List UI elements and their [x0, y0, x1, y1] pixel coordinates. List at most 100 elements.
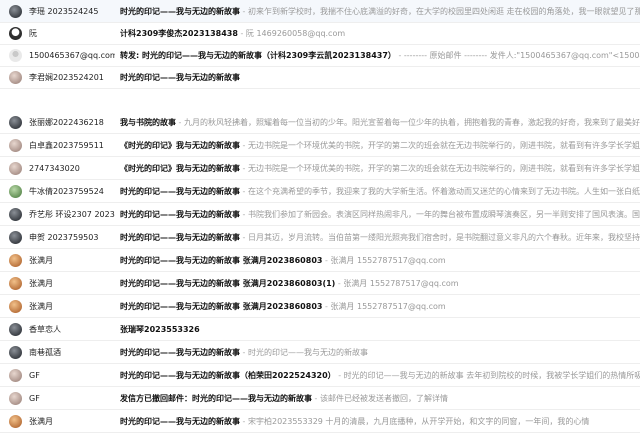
- avatar-default: [9, 49, 22, 62]
- avatar-photo-dark: [9, 346, 22, 359]
- mail-preview: 该邮件已经被发送者撤回，了解详情: [319, 393, 448, 403]
- mail-preview: 日月其迈，岁月流转。当伯苗第一缕阳光照亮我们宿舍时，是书院翻过意义非凡的六个春秋…: [247, 232, 640, 242]
- mail-subject: 时光的印记——我与无边的新故事: [120, 347, 240, 357]
- mail-row[interactable]: 白卓鑫2023759511 《时光的印记》我与无边的新故事 - 无边书院是一个环…: [0, 134, 640, 157]
- mail-subject: 张瑞琴2023553326: [120, 324, 200, 334]
- mail-row[interactable]: 张满月 时光的印记——我与无边的新故事 - 宋宇柏2023553329 十月的清…: [0, 410, 640, 433]
- separator: -: [240, 209, 248, 219]
- mail-preview: 无边书院是一个环境优美的书院，开学的第二次的班会就在无边书院举行的，刚进书院，就…: [247, 140, 640, 150]
- mail-content: 《时光的印记》我与无边的新故事 - 无边书院是一个环境优美的书院，开学的第二次的…: [120, 140, 640, 151]
- mail-row[interactable]: 香草恋人 张瑞琴2023553326: [0, 318, 640, 341]
- separator: -: [240, 232, 248, 242]
- mail-preview: 张满月 1552787517@qq.com: [343, 278, 459, 288]
- separator: -: [240, 347, 248, 357]
- separator: -: [240, 140, 248, 150]
- avatar-cartoon: [9, 27, 22, 40]
- mail-row[interactable]: 张满月 时光的印记——我与无边的新故事 张满月2023860803(1) - 张…: [0, 272, 640, 295]
- mail-content: 时光的印记——我与无边的新故事 张满月2023860803(1) - 张满月 1…: [120, 278, 640, 289]
- mail-row[interactable]: 牛冰倩2023759524 时光的印记——我与无边的新故事 - 在这个充满希望的…: [0, 180, 640, 203]
- sender-name: 白卓鑫2023759511: [29, 140, 104, 150]
- mail-row[interactable]: 南巷孤酒 时光的印记——我与无边的新故事 - 时光的印记——我与无边的新故事: [0, 341, 640, 364]
- mail-subject: 时光的印记——我与无边的新故事 张满月2023860803(1): [120, 278, 336, 288]
- mail-content: 时光的印记——我与无边的新故事: [120, 72, 640, 83]
- mail-subject: 时光的印记——我与无边的新故事: [120, 416, 240, 426]
- avatar-photo-orange: [9, 300, 22, 313]
- sender-name: 南巷孤酒: [29, 347, 61, 357]
- mail-subject: 时光的印记——我与无边的新故事 张满月2023860803: [120, 301, 323, 311]
- mail-row[interactable]: GF 发信方已撤回邮件：时光的印记——我与无边的新故事 - 该邮件已经被发送者撤…: [0, 387, 640, 410]
- mail-row[interactable]: 阮 计科2309李俊杰2023138438 - 阮 1469260058@qq.…: [0, 22, 640, 45]
- mail-preview: 宋宇柏2023553329 十月的清晨，九月底播种，从开学开始，和文字的同窗，一…: [247, 416, 590, 426]
- sender-name: 牛冰倩2023759524: [29, 186, 104, 196]
- mail-content: 时光的印记——我与无边的新故事 - 书院我们参加了新园会。表演区同样热闹非凡，一…: [120, 209, 640, 220]
- mail-row[interactable]: 李君娴2023524201 时光的印记——我与无边的新故事: [0, 66, 640, 89]
- mail-preview: 张满月 1552787517@qq.com: [330, 301, 446, 311]
- sender-name: GF: [29, 370, 40, 380]
- avatar-photo-light: [9, 162, 22, 175]
- avatar-photo-dark: [9, 208, 22, 221]
- mail-preview: 时光的印记——我与无边的新故事: [247, 347, 368, 357]
- avatar-photo-dark: [9, 231, 22, 244]
- avatar-photo-orange: [9, 254, 22, 267]
- mail-content: 时光的印记——我与无边的新故事 张满月2023860803 - 张满月 1552…: [120, 301, 640, 312]
- mail-subject: 转发: 时光的印记——我与无边的新故事（计科2309李云凯2023138437）: [120, 50, 396, 60]
- mail-subject: 时光的印记——我与无边的新故事: [120, 209, 240, 219]
- mail-subject: 计科2309李俊杰2023138438: [120, 28, 238, 38]
- mail-preview: -------- 原始邮件 -------- 发件人:"1500465367@q…: [403, 50, 640, 60]
- avatar-photo-dark: [9, 5, 22, 18]
- mail-content: 发信方已撤回邮件：时光的印记——我与无边的新故事 - 该邮件已经被发送者撤回，了…: [120, 393, 640, 404]
- avatar-photo-orange: [9, 277, 22, 290]
- mail-subject: 时光的印记——我与无边的新故事: [120, 232, 240, 242]
- sender-name: 2747343020: [29, 163, 80, 173]
- avatar-photo-light: [9, 392, 22, 405]
- sender-name: 张满月: [29, 278, 53, 288]
- mail-preview: 阮 1469260058@qq.com: [245, 28, 346, 38]
- mail-preview: 无边书院是一个环境优美的书院，开学的第二次的班会就在无边书院举行的，刚进书院，就…: [247, 163, 640, 173]
- mail-content: 我与书院的故事 - 九月的秋风轻拂着，照耀着每一位当初的少年。阳光宣誓着每一位少…: [120, 117, 640, 128]
- avatar-photo-light: [9, 139, 22, 152]
- separator: -: [312, 393, 320, 403]
- mail-subject: 我与书院的故事: [120, 117, 176, 127]
- mail-content: 转发: 时光的印记——我与无边的新故事（计科2309李云凯2023138437）…: [120, 50, 640, 61]
- mail-row[interactable]: 张满月 时光的印记——我与无边的新故事 张满月2023860803 - 张满月 …: [0, 249, 640, 272]
- separator: -: [240, 6, 248, 16]
- sender-name: 1500465367@qq.com: [29, 50, 115, 60]
- sender-name: 香草恋人: [29, 324, 61, 334]
- sender-name: 申贺 2023759503: [29, 232, 99, 242]
- sender-name: 李瑶 2023524245: [29, 6, 99, 16]
- mail-subject: 时光的印记——我与无边的新故事（柏荣田2022524320）: [120, 370, 336, 380]
- avatar-photo-light: [9, 71, 22, 84]
- mail-content: 时光的印记——我与无边的新故事 张满月2023860803 - 张满月 1552…: [120, 255, 640, 266]
- mail-row[interactable]: 张满月 时光的印记——我与无边的新故事 张满月2023860803 - 张满月 …: [0, 295, 640, 318]
- avatar-photo-dark: [9, 323, 22, 336]
- mail-subject: 《时光的印记》我与无边的新故事: [120, 140, 240, 150]
- separator: -: [237, 28, 246, 38]
- mail-row[interactable]: 李瑶 2023524245 时光的印记——我与无边的新故事 - 初来乍到新学校时…: [0, 0, 640, 23]
- mail-content: 时光的印记——我与无边的新故事 - 时光的印记——我与无边的新故事: [120, 347, 640, 358]
- mail-subject: 《时光的印记》我与无边的新故事: [120, 163, 240, 173]
- mail-row[interactable]: 张丽娜2022436218 我与书院的故事 - 九月的秋风轻拂着，照耀着每一位当…: [0, 111, 640, 134]
- mail-subject: 时光的印记——我与无边的新故事: [120, 6, 240, 16]
- sender-name: 乔艺彤 环设2307 2023…: [29, 209, 115, 219]
- mail-row[interactable]: 申贺 2023759503 时光的印记——我与无边的新故事 - 日月其迈，岁月流…: [0, 226, 640, 249]
- mail-content: 时光的印记——我与无边的新故事 - 日月其迈，岁月流转。当伯苗第一缕阳光照亮我们…: [120, 232, 640, 243]
- sender-name: GF: [29, 393, 40, 403]
- separator: -: [395, 50, 404, 60]
- mail-row[interactable]: 1500465367@qq.com 转发: 时光的印记——我与无边的新故事（计科…: [0, 44, 640, 67]
- mail-subject: 时光的印记——我与无边的新故事: [120, 186, 240, 196]
- sender-name: 张满月: [29, 301, 53, 311]
- mail-content: 《时光的印记》我与无边的新故事 - 无边书院是一个环境优美的书院，开学的第二次的…: [120, 163, 640, 174]
- mail-row[interactable]: GF 时光的印记——我与无边的新故事（柏荣田2022524320） - 时光的印…: [0, 364, 640, 387]
- mail-row[interactable]: 2747343020 《时光的印记》我与无边的新故事 - 无边书院是一个环境优美…: [0, 157, 640, 180]
- mail-subject: 发信方已撤回邮件：时光的印记——我与无边的新故事: [120, 393, 312, 403]
- mail-preview: 初来乍到新学校时，我揣不住心底满溢的好奇，在大学的校园里四处闲逛 走在校园的角落…: [247, 6, 640, 16]
- mail-row[interactable]: 乔艺彤 环设2307 2023… 时光的印记——我与无边的新故事 - 书院我们参…: [0, 203, 640, 226]
- separator: -: [240, 163, 248, 173]
- avatar-photo-light: [9, 369, 22, 382]
- mail-content: 时光的印记——我与无边的新故事（柏荣田2022524320） - 时光的印记——…: [120, 370, 640, 381]
- mail-content: 时光的印记——我与无边的新故事 - 宋宇柏2023553329 十月的清晨，九月…: [120, 416, 640, 427]
- mail-preview: 九月的秋风轻拂着，照耀着每一位当初的少年。阳光宣誓着每一位少年的执着，拥抱着我的…: [183, 117, 640, 127]
- sender-name: 张满月: [29, 416, 53, 426]
- sender-name: 张满月: [29, 255, 53, 265]
- avatar-photo-dark: [9, 116, 22, 129]
